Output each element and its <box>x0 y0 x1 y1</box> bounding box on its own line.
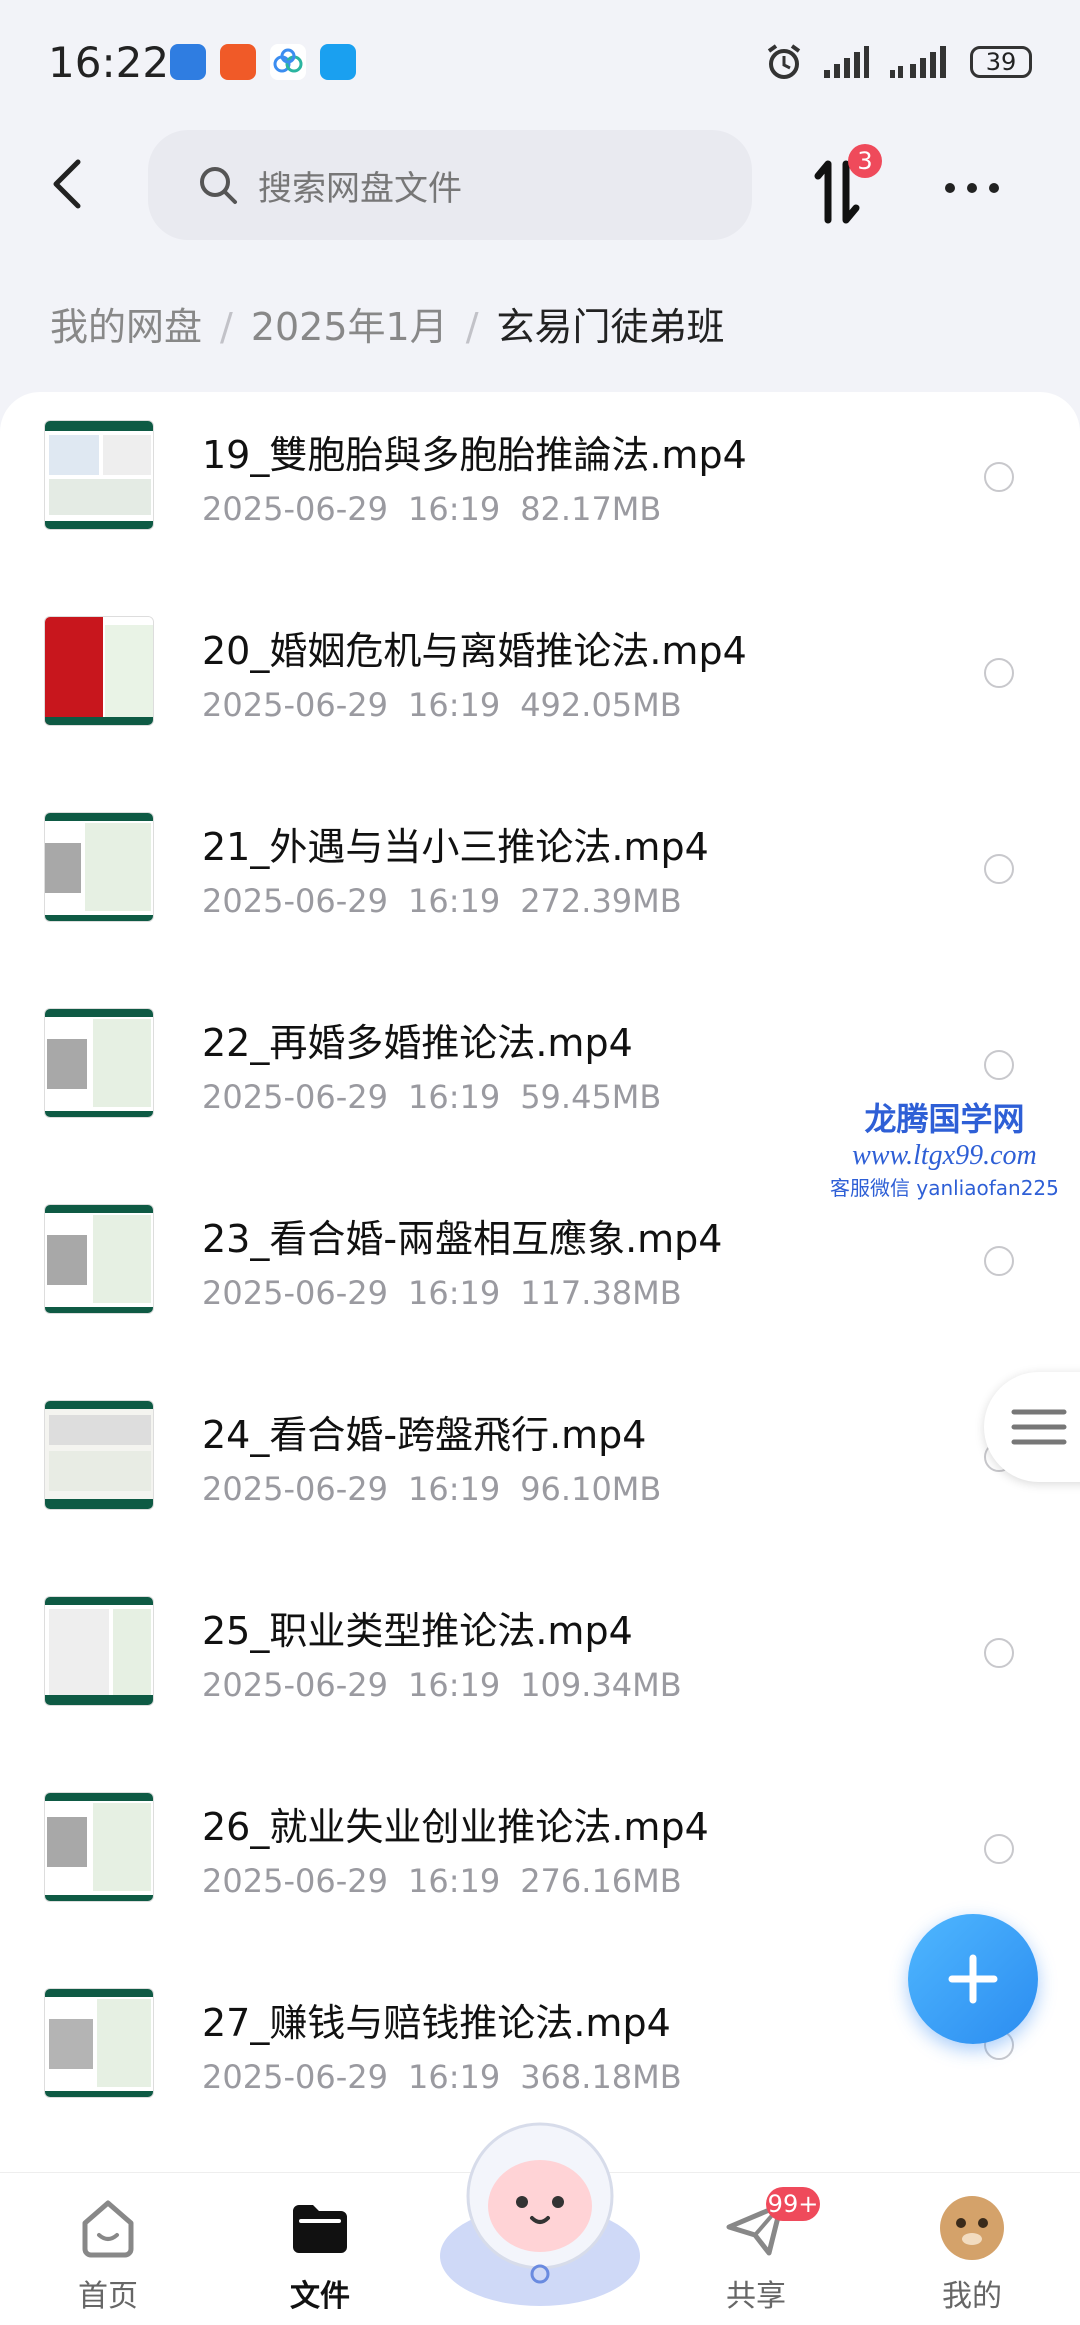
file-name: 27_赚钱与赔钱推论法.mp4 <box>202 2001 671 2045</box>
search-input[interactable]: 搜索网盘文件 <box>148 130 752 240</box>
file-meta: 2025-06-29 16:19 272.39MB <box>202 882 682 920</box>
select-radio[interactable] <box>984 1050 1014 1080</box>
watermark-contact: 客服微信 yanliaofan225 <box>830 1176 1059 1200</box>
nav-home[interactable]: 首页 <box>38 2193 178 2315</box>
nav-home-label: 首页 <box>78 2279 138 2314</box>
mascot-button[interactable] <box>430 2106 650 2306</box>
file-list: 19_雙胞胎與多胞胎推論法.mp4 2025-06-29 16:19 82.17MB… <box>0 392 1080 2172</box>
select-radio[interactable] <box>984 658 1014 688</box>
file-row[interactable]: 21_外遇与当小三推论法.mp4 2025-06-29 16:19 272.39MB <box>0 784 1080 980</box>
nav-share-label: 共享 <box>726 2279 786 2314</box>
file-row[interactable]: 20_婚姻危机与离婚推论法.mp4 2025-06-29 16:19 492.05M… <box>0 588 1080 784</box>
share-badge: 99+ <box>766 2187 820 2221</box>
file-name: 24_看合婚-跨盤飛行.mp4 <box>202 1413 647 1457</box>
side-drawer-handle[interactable] <box>984 1372 1080 1482</box>
breadcrumb-root[interactable]: 我的网盘 <box>50 305 202 349</box>
file-meta: 2025-06-29 16:19 59.45MB <box>202 1078 662 1116</box>
search-app-notification-icon <box>320 44 356 80</box>
file-row[interactable]: 24_看合婚-跨盤飛行.mp4 2025-06-29 16:19 96.10MB <box>0 1372 1080 1568</box>
select-radio[interactable] <box>984 1834 1014 1864</box>
watermark: 龙腾国学网 www.ltgx99.com 客服微信 yanliaofan225 <box>830 1094 1059 1201</box>
plus-icon <box>948 1954 998 2004</box>
nav-files-label: 文件 <box>290 2279 350 2314</box>
video-thumbnail <box>44 1204 154 1314</box>
file-meta: 2025-06-29 16:19 276.16MB <box>202 1862 682 1900</box>
signal-icon <box>824 46 869 78</box>
top-bar: 搜索网盘文件 3 <box>0 120 1080 250</box>
file-name: 19_雙胞胎與多胞胎推論法.mp4 <box>202 433 747 477</box>
transfer-badge: 3 <box>848 144 882 178</box>
video-thumbnail <box>44 420 154 530</box>
breadcrumb-current: 玄易门徒弟班 <box>496 305 725 349</box>
watermark-url: www.ltgx99.com <box>852 1140 1037 1171</box>
file-name: 23_看合婚-兩盤相互應象.mp4 <box>202 1217 723 1261</box>
status-bar: 16:22 39 <box>0 0 1080 120</box>
file-meta: 2025-06-29 16:19 492.05MB <box>202 686 682 724</box>
file-name: 20_婚姻危机与离婚推论法.mp4 <box>202 629 747 673</box>
cloud-notification-icon <box>270 44 306 80</box>
file-row[interactable]: 19_雙胞胎與多胞胎推論法.mp4 2025-06-29 16:19 82.17MB <box>0 392 1080 588</box>
signal-2-icon <box>890 46 946 78</box>
video-thumbnail <box>44 1008 154 1118</box>
nav-files[interactable]: 文件 <box>250 2193 390 2315</box>
file-meta: 2025-06-29 16:19 82.17MB <box>202 490 662 528</box>
select-radio[interactable] <box>984 1638 1014 1668</box>
alarm-icon <box>767 44 801 79</box>
transfer-button[interactable]: 3 <box>808 144 882 230</box>
breadcrumb-level1[interactable]: 2025年1月 <box>251 305 448 349</box>
video-thumbnail <box>44 1988 154 2098</box>
file-name: 25_职业类型推论法.mp4 <box>202 1609 633 1653</box>
more-icon[interactable] <box>940 168 1004 208</box>
home-icon <box>82 2200 134 2258</box>
select-radio[interactable] <box>984 854 1014 884</box>
menu-lines-icon <box>1011 1409 1067 1445</box>
app-notification-icon <box>170 44 206 80</box>
file-name: 26_就业失业创业推论法.mp4 <box>202 1805 709 1849</box>
add-button[interactable] <box>908 1914 1038 2044</box>
select-radio[interactable] <box>984 462 1014 492</box>
breadcrumb-separator: / <box>465 305 479 349</box>
video-thumbnail <box>44 1400 154 1510</box>
breadcrumb: 我的网盘 / 2025年1月 / 玄易门徒弟班 <box>50 296 725 351</box>
status-right: 39 <box>764 42 1032 82</box>
video-thumbnail <box>44 1792 154 1902</box>
astronaut-mascot-icon <box>440 2122 640 2306</box>
status-time: 16:22 <box>48 38 170 87</box>
file-meta: 2025-06-29 16:19 117.38MB <box>202 1274 682 1312</box>
watermark-title: 龙腾国学网 <box>864 1100 1025 1138</box>
file-name: 22_再婚多婚推论法.mp4 <box>202 1021 633 1065</box>
nav-share[interactable]: 共享 99+ <box>686 2187 826 2315</box>
video-thumbnail <box>44 812 154 922</box>
file-name: 21_外遇与当小三推论法.mp4 <box>202 825 709 869</box>
avatar <box>940 2196 1004 2260</box>
file-meta: 2025-06-29 16:19 96.10MB <box>202 1470 662 1508</box>
folder-icon <box>293 2205 347 2253</box>
search-placeholder: 搜索网盘文件 <box>258 168 462 209</box>
back-arrow-icon[interactable] <box>40 154 100 214</box>
battery-indicator: 39 <box>970 46 1032 78</box>
file-meta: 2025-06-29 16:19 109.34MB <box>202 1666 682 1704</box>
file-meta: 2025-06-29 16:19 368.18MB <box>202 2058 682 2096</box>
search-icon <box>200 167 237 204</box>
breadcrumb-separator: / <box>220 305 233 349</box>
nav-me[interactable]: 我的 <box>902 2193 1042 2315</box>
file-row[interactable]: 25_职业类型推论法.mp4 2025-06-29 16:19 109.34MB <box>0 1568 1080 1764</box>
video-thumbnail <box>44 616 154 726</box>
taobao-notification-icon <box>220 44 256 80</box>
select-radio[interactable] <box>984 1246 1014 1276</box>
file-row[interactable]: 23_看合婚-兩盤相互應象.mp4 2025-06-29 16:19 117.38M… <box>0 1176 1080 1372</box>
status-app-icons <box>170 44 356 80</box>
video-thumbnail <box>44 1596 154 1706</box>
nav-me-label: 我的 <box>942 2279 1002 2314</box>
